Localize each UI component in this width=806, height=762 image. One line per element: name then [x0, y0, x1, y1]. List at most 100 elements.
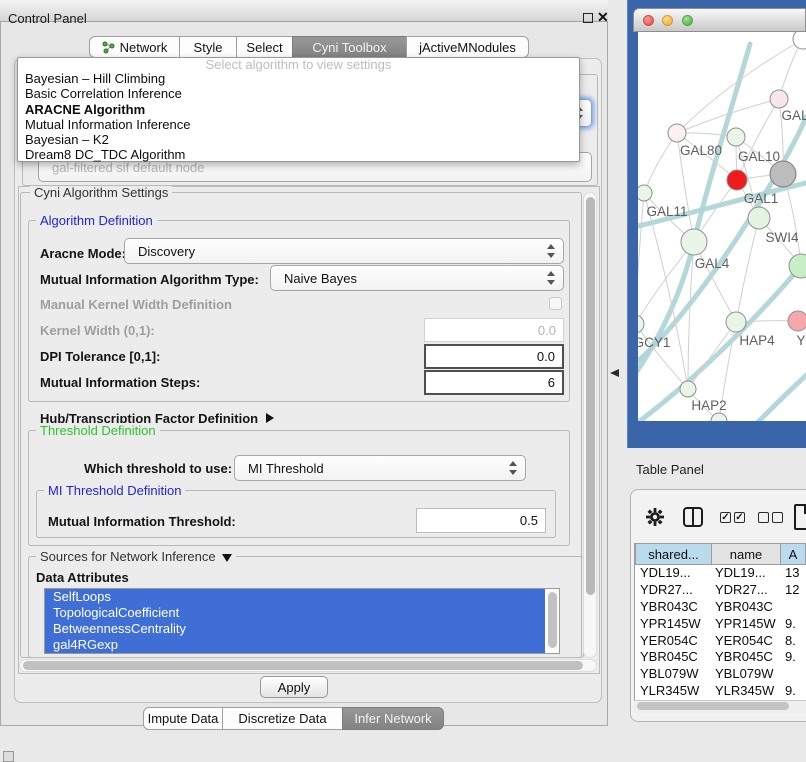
close-icon[interactable]: ✕	[597, 9, 609, 26]
vertical-scrollbar-thumb[interactable]	[586, 197, 595, 595]
checked-checkbox-icon[interactable]: ✓	[720, 512, 731, 523]
which-threshold-combo[interactable]: MI Threshold	[234, 455, 526, 481]
aracne-mode-combo[interactable]: Discovery	[124, 238, 564, 264]
network-window-titlebar[interactable]	[633, 8, 806, 32]
sources-title: Sources for Network Inference	[40, 549, 216, 564]
table-hscrollbar-thumb[interactable]	[637, 702, 789, 710]
table-cell: YDL19...	[635, 565, 712, 582]
network-node-hap2[interactable]	[680, 381, 696, 397]
mi-steps-field[interactable]: 6	[424, 370, 564, 395]
tab-impute-data[interactable]: Impute Data	[143, 707, 223, 730]
menu-item[interactable]: Bayesian – K2	[18, 132, 579, 147]
float-window-icon[interactable]	[583, 13, 593, 23]
tab-impute-data-label: Impute Data	[148, 711, 219, 726]
network-node-gal4[interactable]	[681, 229, 707, 255]
network-canvas[interactable]: GALGAL80GAL10GAL1GAL11SWI4GAL4HAP4YGCY1H…	[638, 32, 806, 421]
network-node-gal1[interactable]	[727, 170, 747, 190]
table-row[interactable]: YER054CYER054C8.	[635, 633, 806, 650]
table-row[interactable]: YDL19...YDL19...13	[635, 565, 806, 582]
tab-network[interactable]: Network	[89, 36, 180, 58]
menu-item[interactable]: Bayesian – Hill Climbing	[18, 71, 579, 86]
tab-style[interactable]: Style	[179, 36, 237, 58]
tab-infer-network[interactable]: Infer Network	[342, 707, 444, 730]
tab-select[interactable]: Select	[236, 36, 293, 58]
table-cell	[782, 666, 806, 683]
mi-type-combo[interactable]: Naive Bayes	[270, 265, 564, 291]
tab-select-label: Select	[246, 40, 282, 55]
network-node-hap4[interactable]	[726, 312, 746, 332]
table-row[interactable]: YBR043CYBR043C	[635, 599, 806, 616]
dpi-tolerance-field[interactable]: 0.0	[424, 344, 564, 369]
menu-item[interactable]: Dream8 DC_TDC Algorithm	[18, 147, 579, 162]
minimize-traffic-light-icon[interactable]	[662, 15, 673, 26]
table-cell	[782, 599, 806, 616]
stepper-arrows-icon	[546, 244, 555, 258]
gear-icon[interactable]	[646, 508, 664, 526]
tab-cyni-toolbox[interactable]: Cyni Toolbox	[292, 36, 407, 58]
network-edge[interactable]	[644, 133, 677, 193]
table-row[interactable]: YBR045CYBR045C9.	[635, 649, 806, 666]
manual-kernel-checkbox[interactable]	[549, 297, 562, 310]
stepper-arrows-icon	[508, 461, 517, 475]
unchecked-checkbox-icon[interactable]	[772, 512, 783, 523]
list-item[interactable]: TopologicalCoefficient	[45, 605, 545, 621]
apply-button[interactable]: Apply	[260, 676, 328, 698]
column-header[interactable]: name	[711, 543, 781, 565]
column-header[interactable]: shared...	[635, 543, 712, 565]
column-header[interactable]: A	[780, 543, 806, 565]
table-row[interactable]: YBL079WYBL079W	[635, 666, 806, 683]
network-node-gal80[interactable]	[668, 124, 686, 142]
popup-placeholder: Select algorithm to view settings	[18, 58, 579, 71]
network-node-gal[interactable]	[770, 90, 788, 108]
network-node-label: GAL10	[738, 149, 780, 164]
node-table: shared... name A YDL19...YDL19...13YDR27…	[634, 543, 806, 713]
table-row[interactable]: YPR145WYPR145W9.	[635, 616, 806, 633]
network-edge-thick[interactable]	[756, 372, 806, 421]
network-node[interactable]	[770, 161, 796, 187]
checked-checkbox-icon[interactable]: ✓	[734, 512, 745, 523]
network-node-gal11[interactable]	[638, 185, 652, 201]
tab-infer-network-label: Infer Network	[354, 711, 431, 726]
table-cell: 9.	[782, 649, 806, 666]
menu-item[interactable]: Basic Correlation Inference	[18, 86, 579, 101]
table-row[interactable]: YLR345WYLR345W9.	[635, 683, 806, 700]
network-edge[interactable]	[638, 193, 644, 324]
control-panel-titlebar[interactable]	[0, 0, 608, 22]
zoom-traffic-light-icon[interactable]	[682, 15, 693, 26]
list-item[interactable]: gal4RGexp	[45, 637, 545, 653]
tab-discretize-data[interactable]: Discretize Data	[222, 707, 343, 730]
network-node-y[interactable]	[788, 311, 806, 331]
table-cell: 12	[782, 582, 806, 599]
network-node-swi4[interactable]	[748, 207, 770, 229]
columns-icon[interactable]	[683, 507, 703, 527]
kernel-width-field[interactable]: 0.0	[424, 318, 564, 342]
network-node[interactable]	[711, 413, 727, 421]
tab-jactivemnodules[interactable]: jActiveMNodules	[406, 36, 529, 58]
collapsed-arrow-icon	[266, 413, 274, 423]
sources-toggle[interactable]: Sources for Network Inference	[36, 549, 236, 564]
data-attributes-label: Data Attributes	[36, 570, 129, 585]
algorithm-definition-title: Algorithm Definition	[36, 213, 157, 228]
table-row[interactable]: YDR27...YDR27...12	[635, 582, 806, 599]
mi-threshold-field[interactable]: 0.5	[416, 508, 546, 533]
list-item[interactable]: BetweennessCentrality	[45, 621, 545, 637]
network-node-label: HAP4	[739, 333, 775, 348]
file-icon[interactable]	[794, 504, 806, 530]
menu-item-selected[interactable]: ARACNE Algorithm	[18, 102, 579, 117]
mi-threshold-label: Mutual Information Threshold:	[48, 514, 236, 529]
network-edge[interactable]	[688, 322, 736, 389]
unchecked-checkbox-icon[interactable]	[758, 512, 769, 523]
network-svg[interactable]: GALGAL80GAL10GAL1GAL11SWI4GAL4HAP4YGCY1H…	[638, 32, 806, 421]
network-node[interactable]	[793, 32, 806, 49]
list-scrollbar-thumb[interactable]	[548, 592, 557, 648]
horizontal-scrollbar-thumb[interactable]	[23, 661, 583, 670]
table-cell: 8.	[782, 633, 806, 650]
data-attributes-list[interactable]: SelfLoops TopologicalCoefficient Between…	[44, 588, 560, 654]
minimized-panel-icon[interactable]	[3, 751, 14, 762]
network-edge[interactable]	[694, 242, 736, 322]
menu-item[interactable]: Mutual Information Inference	[18, 117, 579, 132]
network-node-gcy1[interactable]	[638, 315, 644, 333]
list-item[interactable]: SelfLoops	[45, 589, 545, 605]
network-node-gal10[interactable]	[727, 128, 745, 146]
close-traffic-light-icon[interactable]	[643, 15, 654, 26]
